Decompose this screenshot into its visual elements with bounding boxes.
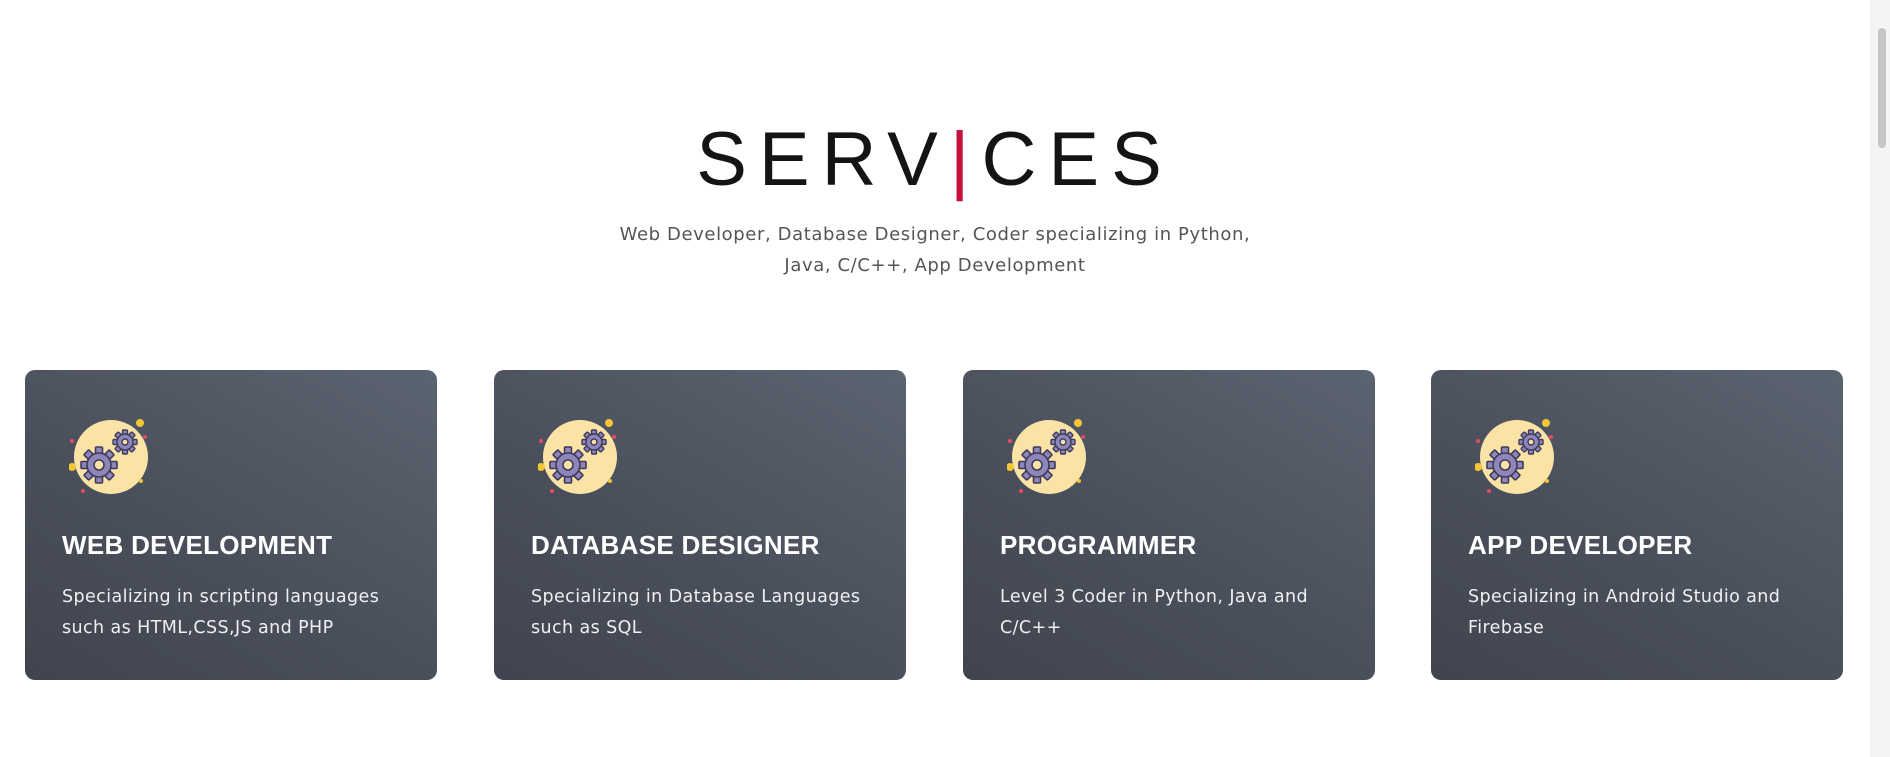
service-card-database-designer[interactable]: DATABASE DESIGNER Specializing in Databa…: [494, 370, 906, 680]
card-title: DATABASE DESIGNER: [531, 530, 820, 560]
scrollbar-thumb[interactable]: [1878, 28, 1886, 148]
card-title: PROGRAMMER: [1000, 530, 1197, 560]
gears-icon: [538, 418, 618, 495]
services-subtitle: Web Developer, Database Designer, Coder …: [0, 219, 1870, 281]
card-title: WEB DEVELOPMENT: [62, 530, 333, 560]
card-description: Specializing in Android Studio and Fireb…: [1468, 587, 1781, 638]
service-card-web-development[interactable]: WEB DEVELOPMENT Specializing in scriptin…: [25, 370, 437, 680]
gears-icon: [69, 418, 149, 495]
services-title: SERV|CES: [0, 120, 1870, 200]
scrollbar-track[interactable]: [1870, 0, 1890, 757]
services-title-right: CES: [981, 117, 1174, 202]
services-title-left: SERV: [696, 117, 950, 202]
card-description: Specializing in scripting languages such…: [62, 587, 380, 638]
gears-icon: [1475, 418, 1555, 495]
card-title: APP DEVELOPER: [1468, 530, 1693, 560]
service-card-programmer[interactable]: PROGRAMMER Level 3 Coder in Python, Java…: [963, 370, 1375, 680]
title-accent-bar: |: [949, 117, 982, 202]
card-description: Level 3 Coder in Python, Java and C/C++: [1000, 587, 1308, 638]
gears-icon: [1007, 418, 1087, 495]
subtitle-line-2: Java, C/C++, App Development: [784, 255, 1086, 276]
service-card-app-developer[interactable]: APP DEVELOPER Specializing in Android St…: [1431, 370, 1843, 680]
services-section: SERV|CES Web Developer, Database Designe…: [0, 0, 1870, 757]
service-cards: WEB DEVELOPMENT Specializing in scriptin…: [25, 370, 1845, 680]
card-description: Specializing in Database Languages such …: [531, 587, 861, 638]
subtitle-line-1: Web Developer, Database Designer, Coder …: [619, 224, 1251, 245]
